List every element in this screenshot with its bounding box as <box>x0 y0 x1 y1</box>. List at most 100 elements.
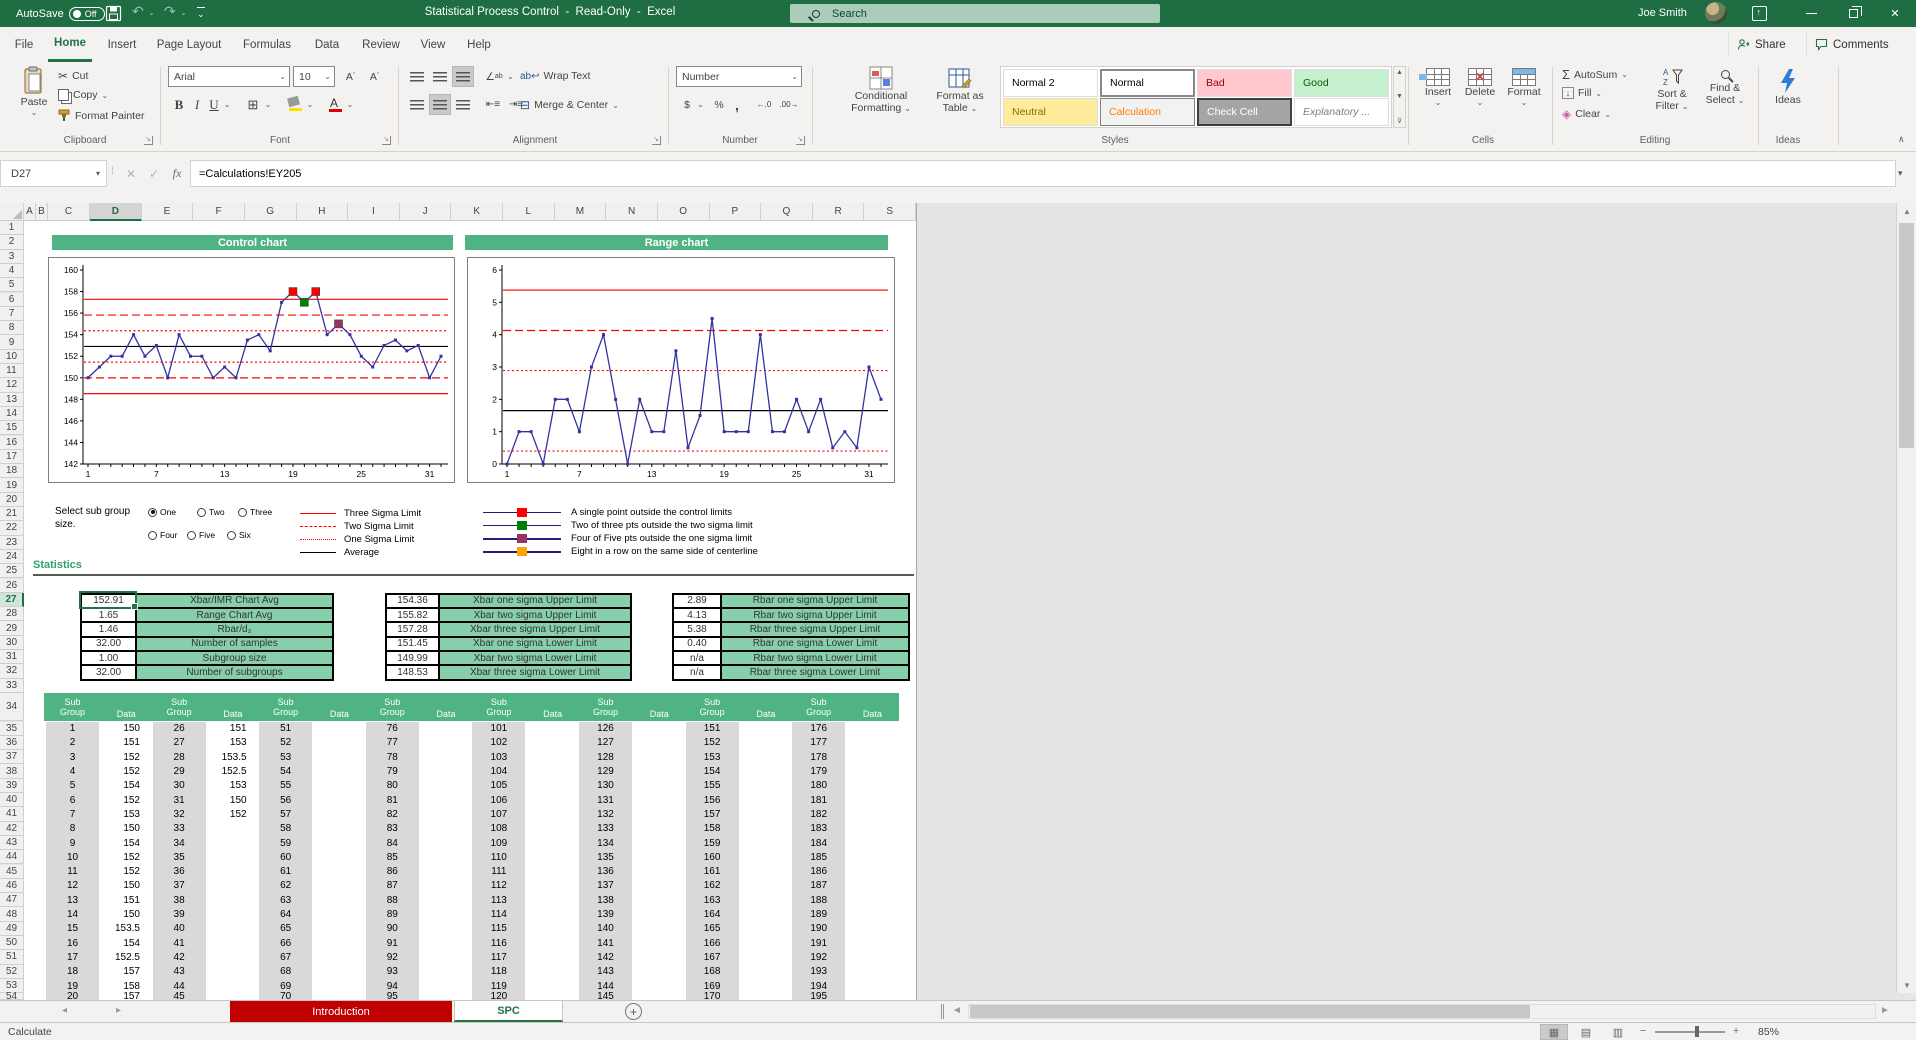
bold-button[interactable]: B <box>170 94 188 115</box>
row-header-17[interactable]: 17 <box>0 450 24 464</box>
insert-cells-button[interactable]: Insert⌄ <box>1418 68 1458 107</box>
merge-center-button[interactable]: ⊟Merge & Center⌄ <box>520 98 619 112</box>
row-header-8[interactable]: 8 <box>0 321 24 335</box>
row-header-6[interactable]: 6 <box>0 293 24 307</box>
stat-label[interactable]: Xbar three sigma Lower Limit <box>439 665 631 679</box>
row-header-22[interactable]: 22 <box>0 521 24 535</box>
subgroup-cell[interactable]: 181 <box>792 793 845 807</box>
row-header-20[interactable]: 20 <box>0 493 24 507</box>
subgroup-cell[interactable]: 45 <box>153 993 206 1000</box>
underline-button[interactable]: U <box>206 94 222 115</box>
subgroup-cell[interactable]: 192 <box>792 950 845 964</box>
radio-one[interactable]: One <box>148 507 176 517</box>
decrease-font-size-button[interactable]: Aˇ <box>363 66 386 87</box>
subgroup-cell[interactable]: 133 <box>579 822 632 836</box>
subgroup-cell[interactable]: 78 <box>366 750 419 764</box>
column-header-I[interactable]: I <box>348 203 400 221</box>
subgroup-cell[interactable]: 66 <box>259 936 312 950</box>
subgroup-cell[interactable]: 29 <box>153 764 206 778</box>
row-header-10[interactable]: 10 <box>0 350 24 364</box>
format-as-table-button[interactable]: Format asTable ⌄ <box>928 66 992 115</box>
decrease-indent-button[interactable]: ⇤≡ <box>482 94 504 115</box>
avatar[interactable] <box>1705 2 1727 24</box>
subgroup-cell[interactable]: 120 <box>472 993 525 1000</box>
subgroup-cell[interactable]: 67 <box>259 950 312 964</box>
font-color-dropdown-icon[interactable]: ⌄ <box>345 94 355 115</box>
row-header-38[interactable]: 38 <box>0 764 24 778</box>
fill-button[interactable]: ↓Fill⌄ <box>1562 87 1602 99</box>
subgroup-cell[interactable]: 15 <box>46 922 99 936</box>
select-all-corner[interactable] <box>0 203 24 221</box>
subgroup-cell[interactable]: 154 <box>686 764 739 778</box>
name-box[interactable]: D27▾ <box>0 160 107 187</box>
row-header-5[interactable]: 5 <box>0 278 24 292</box>
data-cell[interactable]: 157 <box>100 993 154 1000</box>
row-header-34[interactable]: 34 <box>0 693 24 722</box>
zoom-in-icon[interactable]: + <box>1733 1025 1739 1037</box>
subgroup-cell[interactable]: 87 <box>366 879 419 893</box>
radio-circle-two[interactable] <box>197 508 206 517</box>
subgroup-cell[interactable]: 91 <box>366 936 419 950</box>
data-cell[interactable]: 152 <box>100 865 154 879</box>
stat-value[interactable]: 32.00 <box>81 637 136 651</box>
row-header-26[interactable]: 26 <box>0 579 24 593</box>
subgroup-cell[interactable]: 143 <box>579 965 632 979</box>
tab-home[interactable]: Home <box>48 27 92 62</box>
share-button[interactable]: Share <box>1728 32 1794 57</box>
subgroup-cell[interactable]: 1 <box>46 722 99 736</box>
restore-button[interactable] <box>1832 0 1874 27</box>
data-cell[interactable]: 152 <box>100 764 154 778</box>
stat-value[interactable]: 1.46 <box>81 622 136 636</box>
tab-page-layout[interactable]: Page Layout <box>150 27 228 62</box>
subgroup-cell[interactable]: 31 <box>153 793 206 807</box>
subgroup-cell[interactable]: 132 <box>579 807 632 821</box>
undo-dropdown-icon[interactable]: ⌄ <box>148 8 155 17</box>
subgroup-cell[interactable]: 68 <box>259 965 312 979</box>
data-cell[interactable]: 150 <box>206 793 260 807</box>
subgroup-cell[interactable]: 70 <box>259 993 312 1000</box>
subgroup-cell[interactable]: 160 <box>686 850 739 864</box>
subgroup-cell[interactable]: 186 <box>792 865 845 879</box>
subgroup-cell[interactable]: 28 <box>153 750 206 764</box>
subgroup-cell[interactable]: 102 <box>472 736 525 750</box>
column-header-N[interactable]: N <box>606 203 658 221</box>
subgroup-cell[interactable]: 39 <box>153 907 206 921</box>
subgroup-cell[interactable]: 135 <box>579 850 632 864</box>
subgroup-cell[interactable]: 63 <box>259 893 312 907</box>
stat-label[interactable]: Xbar one sigma Upper Limit <box>439 594 631 608</box>
accounting-dropdown-icon[interactable]: ⌄ <box>696 94 705 115</box>
radio-circle-five[interactable] <box>187 531 196 540</box>
column-header-F[interactable]: F <box>193 203 245 221</box>
next-sheet-icon[interactable]: ▸ <box>116 1005 121 1016</box>
subgroup-cell[interactable]: 166 <box>686 936 739 950</box>
row-header-30[interactable]: 30 <box>0 636 24 650</box>
subgroup-cell[interactable]: 36 <box>153 865 206 879</box>
row-header-49[interactable]: 49 <box>0 922 24 936</box>
style-bad[interactable]: Bad <box>1197 69 1292 97</box>
row-header-11[interactable]: 11 <box>0 364 24 378</box>
radio-four[interactable]: Four <box>148 530 177 540</box>
style-explanatory-[interactable]: Explanatory ... <box>1294 98 1389 126</box>
row-header-36[interactable]: 36 <box>0 736 24 750</box>
subgroup-cell[interactable]: 3 <box>46 750 99 764</box>
accounting-format-button[interactable]: $ <box>678 94 696 115</box>
stat-value[interactable]: 151.45 <box>386 637 439 651</box>
radio-circle-six[interactable] <box>227 531 236 540</box>
subgroup-cell[interactable]: 113 <box>472 893 525 907</box>
subgroup-cell[interactable]: 162 <box>686 879 739 893</box>
collapse-ribbon-icon[interactable]: ∧ <box>1898 134 1905 145</box>
radio-two[interactable]: Two <box>197 507 225 517</box>
subgroup-cell[interactable]: 189 <box>792 907 845 921</box>
subgroup-cell[interactable]: 104 <box>472 764 525 778</box>
row-header-33[interactable]: 33 <box>0 679 24 693</box>
subgroup-cell[interactable]: 37 <box>153 879 206 893</box>
subgroup-cell[interactable]: 89 <box>366 907 419 921</box>
row-header-18[interactable]: 18 <box>0 464 24 478</box>
stat-value[interactable]: 4.13 <box>673 608 721 622</box>
row-header-47[interactable]: 47 <box>0 893 24 907</box>
subgroup-cell[interactable]: 130 <box>579 779 632 793</box>
italic-button[interactable]: I <box>189 94 205 115</box>
subgroup-cell[interactable]: 152 <box>686 736 739 750</box>
row-header-3[interactable]: 3 <box>0 250 24 264</box>
sort-filter-button[interactable]: AZ Sort &Filter ⌄ <box>1648 66 1696 113</box>
